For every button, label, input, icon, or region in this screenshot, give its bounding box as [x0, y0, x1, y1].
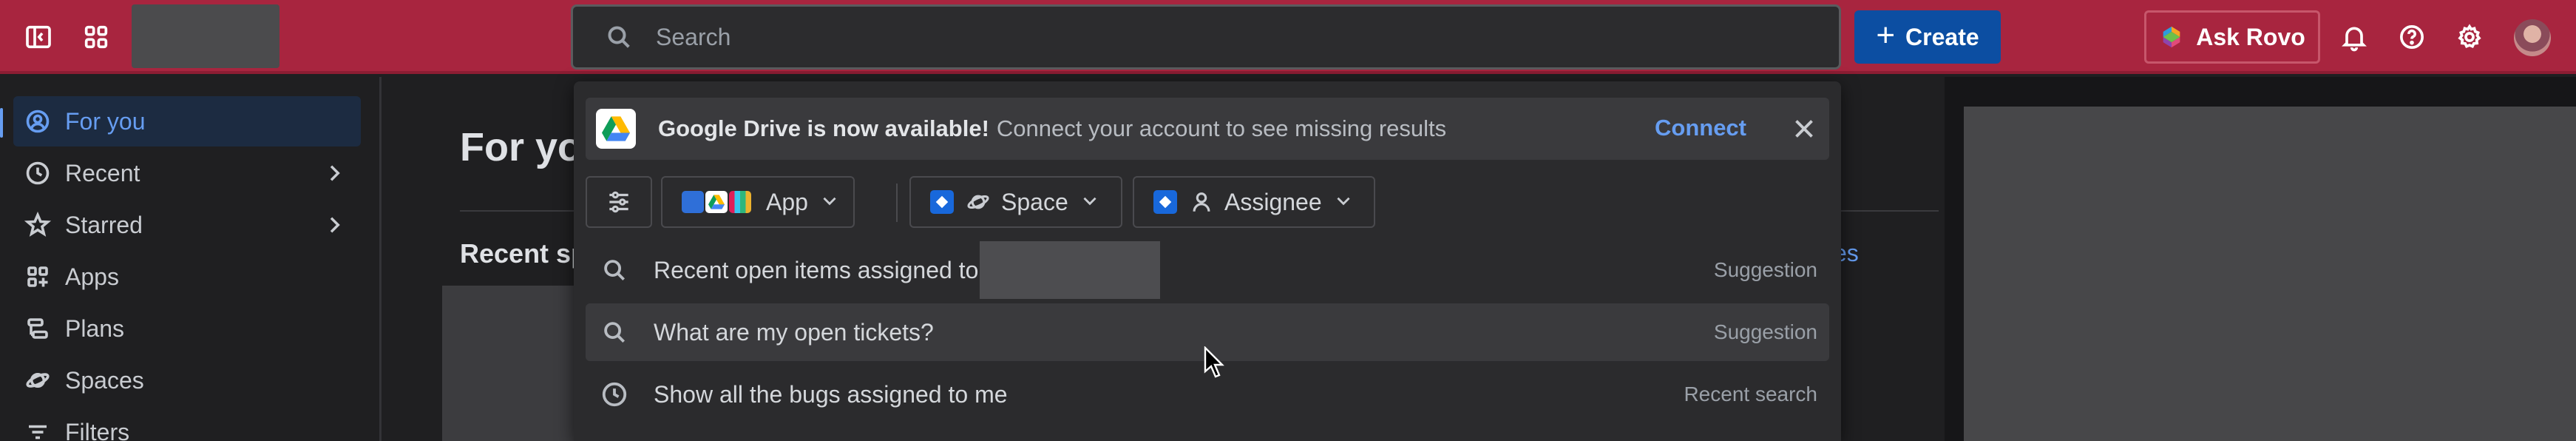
google-drive-icon: [596, 109, 636, 149]
help-icon: [2400, 25, 2424, 49]
search-icon: [608, 26, 630, 48]
active-item-marker: [0, 108, 3, 138]
person-icon: [1193, 192, 1210, 212]
filter-settings-button[interactable]: [586, 176, 652, 228]
recent-spaces-heading: Recent spaces: [460, 238, 578, 269]
sidebar-item-label: For you: [65, 107, 146, 135]
bell-icon: [2342, 27, 2367, 52]
redacted-username: [980, 241, 1161, 299]
site-logo-redacted[interactable]: [132, 4, 279, 68]
top-navigation-bar: + Create Ask Rovo: [0, 0, 2576, 74]
chevron-down-icon: [1080, 189, 1099, 216]
chevron-right-icon[interactable]: [322, 213, 346, 237]
user-avatar[interactable]: [2514, 19, 2551, 56]
app-filter-label: App: [766, 188, 808, 215]
search-suggestion[interactable]: Recent open items assigned to Suggestion: [586, 241, 1829, 299]
app-filter-dropdown[interactable]: App: [661, 176, 855, 228]
sidebar-item-apps[interactable]: Apps: [13, 252, 361, 302]
sidebar-toggle-button[interactable]: [15, 13, 62, 61]
mouse-cursor-icon: [1204, 346, 1224, 378]
recent-search-text: Show all the bugs assigned to me: [654, 380, 1008, 408]
suggestion-type: Suggestion: [1713, 320, 1817, 343]
search-icon: [600, 256, 628, 284]
chevron-down-icon: [820, 189, 839, 216]
space-filter-label: Space: [1001, 188, 1068, 215]
plans-icon: [24, 314, 52, 343]
ask-rovo-button[interactable]: Ask Rovo: [2144, 10, 2320, 64]
suggestion-type: Suggestion: [1713, 258, 1817, 281]
sidebar: For you Recent Starred Apps Plans Spaces…: [0, 77, 382, 441]
clock-icon: [600, 380, 628, 408]
close-button[interactable]: [1791, 115, 1817, 142]
search-icon: [600, 318, 628, 346]
sidebar-item-for-you[interactable]: For you: [13, 96, 361, 147]
sidebar-item-spaces[interactable]: Spaces: [13, 355, 361, 405]
plus-icon: +: [1876, 17, 1896, 53]
suggestion-text: What are my open tickets?: [654, 318, 934, 346]
space-card[interactable]: [442, 286, 590, 441]
settings-button[interactable]: [2446, 13, 2493, 61]
banner-text: Connect your account to see missing resu…: [996, 115, 1447, 141]
sidebar-toggle-icon: [26, 25, 51, 49]
assignee-filter-label: Assignee: [1224, 188, 1322, 215]
right-panel-card[interactable]: [1964, 107, 2576, 441]
rovo-icon: [2163, 26, 2180, 48]
apps-icon: [24, 263, 52, 291]
jira-icon: [1153, 190, 1177, 214]
sidebar-item-label: Filters: [65, 418, 130, 441]
app-switcher-button[interactable]: [72, 13, 120, 61]
assignee-filter-dropdown[interactable]: Assignee: [1133, 176, 1375, 228]
clock-icon: [24, 159, 52, 187]
google-drive-banner: Google Drive is now available! Connect y…: [586, 98, 1829, 160]
user-circle-icon: [24, 107, 52, 135]
create-button-label: Create: [1905, 23, 1979, 50]
recent-search-label: Recent search: [1684, 383, 1817, 405]
sliders-icon: [609, 191, 628, 213]
sidebar-item-starred[interactable]: Starred: [13, 200, 361, 250]
sidebar-item-label: Plans: [65, 314, 125, 342]
page-title: For you: [460, 125, 578, 169]
notifications-button[interactable]: [2331, 13, 2378, 61]
ask-rovo-label: Ask Rovo: [2196, 23, 2305, 50]
star-icon: [24, 211, 52, 239]
sidebar-item-label: Recent: [65, 159, 140, 186]
create-button[interactable]: + Create: [1854, 10, 2001, 64]
space-filter-dropdown[interactable]: Space: [909, 176, 1122, 228]
app-switcher-icon: [84, 25, 108, 49]
filter-icon: [24, 418, 52, 441]
search-bar[interactable]: [571, 4, 1841, 70]
sidebar-item-label: Apps: [65, 263, 119, 290]
sidebar-item-recent[interactable]: Recent: [13, 148, 361, 198]
chevron-right-icon[interactable]: [322, 161, 346, 185]
suggestion-text: Recent open items assigned to: [654, 256, 979, 283]
app-icons-stack: [682, 191, 751, 213]
chevron-down-icon: [1334, 189, 1353, 216]
help-button[interactable]: [2388, 13, 2436, 61]
filter-separator: [896, 184, 898, 222]
close-icon: [1795, 120, 1813, 138]
planet-icon: [967, 195, 989, 209]
sidebar-item-label: Starred: [65, 211, 143, 238]
search-input[interactable]: [656, 23, 1765, 51]
search-dropdown: Google Drive is now available! Connect y…: [574, 81, 1841, 441]
connect-link[interactable]: Connect: [1655, 115, 1746, 141]
banner-title: Google Drive is now available!: [658, 115, 989, 141]
sidebar-item-plans[interactable]: Plans: [13, 303, 361, 354]
sidebar-item-label: Spaces: [65, 366, 144, 394]
planet-icon: [24, 366, 52, 394]
sidebar-item-filters[interactable]: Filters: [13, 407, 361, 441]
jira-icon: [930, 190, 954, 214]
gear-icon: [2458, 24, 2481, 49]
